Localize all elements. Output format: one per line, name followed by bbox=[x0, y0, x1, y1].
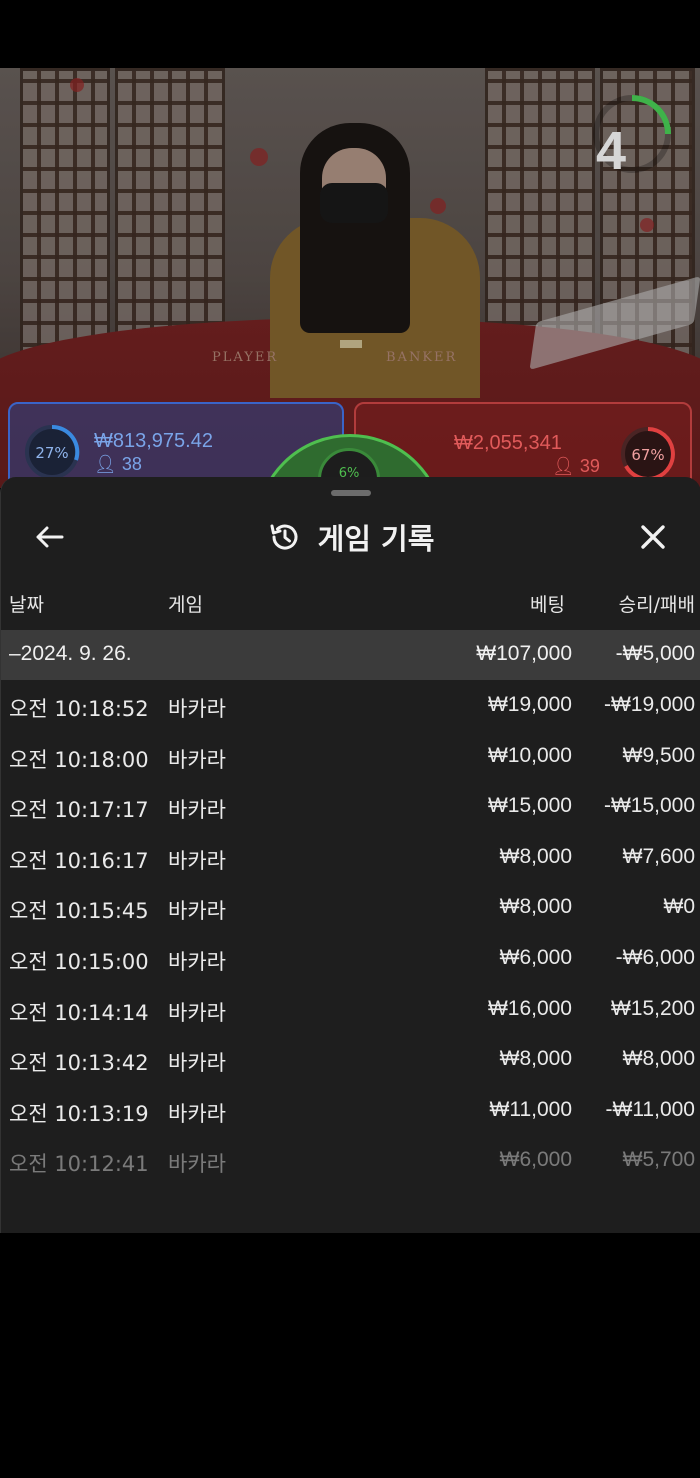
table-row[interactable]: 오전 10:12:41 바카라 ₩6,000 ₩5,700 bbox=[1, 1135, 700, 1186]
row-game: 바카라 bbox=[168, 848, 226, 873]
game-history-sheet: 게임 기록 날짜 게임 베팅 승리/패배 –2024. 9. 26. ₩107,… bbox=[0, 477, 700, 1233]
row-time: 오전 10:13:42 bbox=[9, 1051, 149, 1076]
row-result: ₩0 bbox=[663, 895, 696, 919]
close-icon bbox=[641, 525, 665, 549]
history-clock-icon bbox=[270, 524, 298, 550]
player-total-amount: ₩813,975.42 bbox=[94, 430, 213, 452]
row-bet: ₩6,000 bbox=[499, 1148, 572, 1172]
row-result: ₩8,000 bbox=[622, 1047, 695, 1071]
player-bettor-count: 👤︎ 38 bbox=[94, 454, 142, 475]
row-bet: ₩15,000 bbox=[487, 794, 572, 818]
row-time: 오전 10:16:17 bbox=[9, 848, 149, 873]
row-time: 오전 10:15:45 bbox=[9, 899, 149, 924]
table-row[interactable]: 오전 10:16:17 바카라 ₩8,000 ₩7,600 bbox=[1, 832, 700, 883]
table-row[interactable]: 오전 10:15:00 바카라 ₩6,000 -₩6,000 bbox=[1, 933, 700, 984]
row-result: ₩5,700 bbox=[622, 1148, 695, 1172]
page-title: 게임 기록 bbox=[317, 522, 435, 556]
column-header-win-loss: 승리/패배 bbox=[618, 594, 695, 616]
table-header: 날짜 게임 베팅 승리/패배 bbox=[1, 590, 700, 620]
banker-percent: 67% bbox=[631, 446, 665, 464]
row-game: 바카라 bbox=[168, 697, 226, 721]
table-row[interactable]: 오전 10:15:45 바카라 ₩8,000 ₩0 bbox=[1, 882, 700, 933]
table-row[interactable]: 오전 10:13:42 바카라 ₩8,000 ₩8,000 bbox=[1, 1034, 700, 1085]
live-video-feed: PLAYER BANKER 4 27% ₩813,975.42 👤︎ 38 ₩2… bbox=[0, 68, 700, 488]
date-group-row[interactable]: –2024. 9. 26. ₩107,000 -₩5,000 bbox=[1, 630, 700, 680]
date-group-total-bet: ₩107,000 bbox=[476, 642, 572, 665]
row-time: 오전 10:15:00 bbox=[9, 949, 149, 974]
sheet-drag-handle[interactable] bbox=[331, 490, 371, 496]
row-result: -₩19,000 bbox=[603, 693, 695, 716]
column-header-date: 날짜 bbox=[9, 594, 44, 616]
row-time: 오전 10:18:52 bbox=[9, 697, 149, 721]
table-row[interactable]: 오전 10:13:19 바카라 ₩11,000 -₩11,000 bbox=[1, 1085, 700, 1136]
row-bet: ₩6,000 bbox=[499, 945, 572, 969]
row-bet: ₩19,000 bbox=[487, 693, 572, 716]
row-result: -₩15,000 bbox=[603, 794, 695, 818]
row-bet: ₩8,000 bbox=[499, 895, 572, 919]
banker-total-amount: ₩2,055,341 bbox=[454, 432, 562, 454]
date-group-total-result: -₩5,000 bbox=[615, 642, 695, 665]
row-game: 바카라 bbox=[168, 1152, 226, 1177]
person-icon: 👤︎ bbox=[94, 454, 117, 474]
row-game: 바카라 bbox=[168, 949, 226, 974]
row-time: 오전 10:17:17 bbox=[9, 798, 149, 823]
row-game: 바카라 bbox=[168, 899, 226, 924]
table-row[interactable]: 오전 10:17:17 바카라 ₩15,000 -₩15,000 bbox=[1, 781, 700, 832]
row-time: 오전 10:18:00 bbox=[9, 747, 149, 772]
row-time: 오전 10:13:19 bbox=[9, 1101, 149, 1126]
table-row[interactable]: 오전 10:18:00 바카라 ₩10,000 ₩9,500 bbox=[1, 731, 700, 782]
table-row[interactable]: 오전 10:14:14 바카라 ₩16,000 ₩15,200 bbox=[1, 984, 700, 1035]
row-game: 바카라 bbox=[168, 747, 226, 772]
row-result: -₩6,000 bbox=[615, 945, 695, 969]
row-bet: ₩10,000 bbox=[487, 743, 572, 767]
row-time: 오전 10:14:14 bbox=[9, 1000, 149, 1025]
sheet-header: 게임 기록 bbox=[1, 507, 700, 557]
row-bet: ₩8,000 bbox=[499, 844, 572, 868]
column-header-game: 게임 bbox=[168, 594, 203, 616]
date-group-label: –2024. 9. 26. bbox=[9, 642, 132, 665]
row-result: -₩11,000 bbox=[605, 1097, 696, 1121]
row-result: ₩15,200 bbox=[610, 996, 695, 1020]
row-game: 바카라 bbox=[168, 1000, 226, 1025]
column-header-bet: 베팅 bbox=[530, 594, 565, 616]
history-list: 오전 10:18:52 바카라 ₩19,000 -₩19,000 오전 10:18:0… bbox=[1, 680, 700, 1186]
banker-bettor-count: 👤︎ 39 bbox=[552, 456, 600, 477]
player-percent: 27% bbox=[35, 444, 69, 462]
row-result: ₩9,500 bbox=[622, 743, 695, 767]
row-game: 바카라 bbox=[168, 1101, 226, 1126]
player-count-value: 38 bbox=[121, 454, 142, 474]
sheet-title-group: 게임 기록 bbox=[1, 515, 700, 559]
row-game: 바카라 bbox=[168, 1051, 226, 1076]
row-game: 바카라 bbox=[168, 798, 226, 823]
row-time: 오전 10:12:41 bbox=[9, 1152, 149, 1177]
row-bet: ₩11,000 bbox=[489, 1097, 573, 1121]
row-result: ₩7,600 bbox=[622, 844, 695, 868]
row-bet: ₩8,000 bbox=[499, 1047, 572, 1071]
banker-count-value: 39 bbox=[579, 456, 600, 476]
countdown-number: 4 bbox=[596, 121, 627, 181]
person-icon: 👤︎ bbox=[552, 456, 575, 476]
row-bet: ₩16,000 bbox=[487, 996, 572, 1020]
close-button[interactable] bbox=[631, 515, 675, 559]
table-row[interactable]: 오전 10:18:52 바카라 ₩19,000 -₩19,000 bbox=[1, 680, 700, 731]
